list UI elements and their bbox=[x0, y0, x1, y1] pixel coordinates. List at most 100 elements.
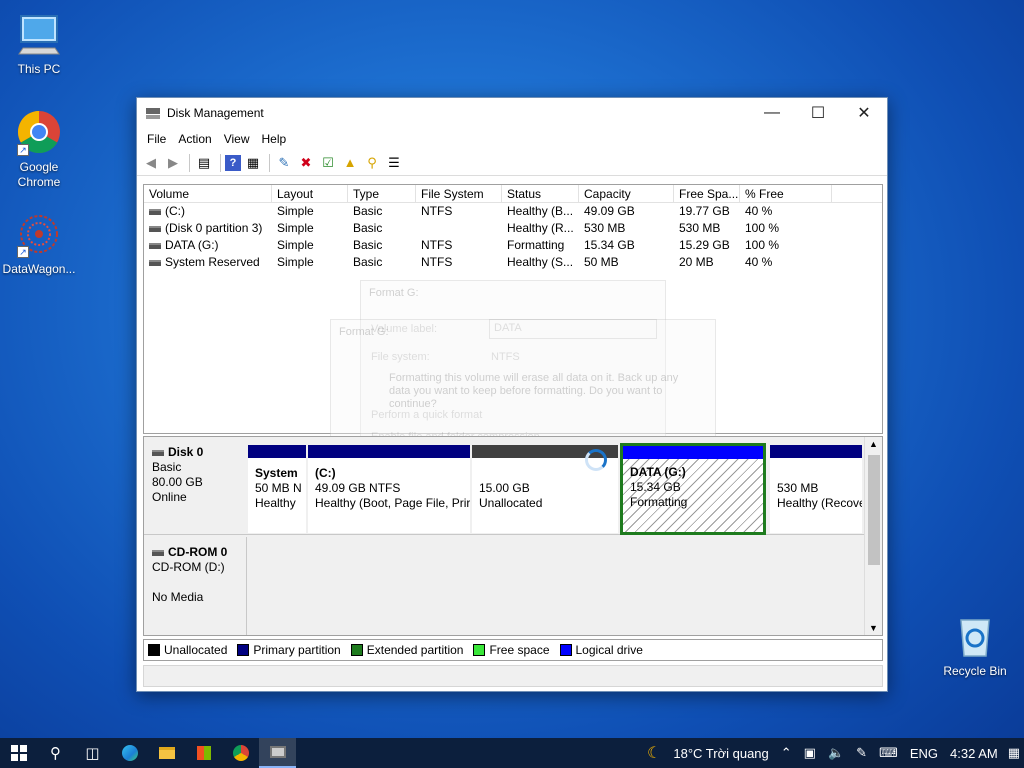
partition-status: Healthy (Boot, Page File, Prir bbox=[315, 496, 470, 510]
scroll-down-icon[interactable]: ▼ bbox=[865, 623, 882, 633]
cell-layout: Simple bbox=[277, 204, 314, 218]
column-type[interactable]: Type bbox=[348, 185, 416, 202]
connect-icon[interactable]: ✎ bbox=[274, 153, 294, 173]
partition-recovery[interactable]: 530 MB Healthy (Recove bbox=[770, 445, 862, 533]
properties-icon[interactable]: ▦ bbox=[243, 153, 263, 173]
cell-free-space: 19.77 GB bbox=[679, 204, 730, 218]
weather-moon-icon[interactable]: ☾ bbox=[647, 743, 661, 763]
cell-type: Basic bbox=[353, 238, 383, 252]
store-icon[interactable] bbox=[185, 738, 222, 768]
search-icon[interactable]: ⚲ bbox=[37, 738, 74, 768]
weather-text[interactable]: 18°C Trời quang bbox=[673, 746, 768, 761]
cdrom-area[interactable] bbox=[246, 537, 866, 635]
partition-bar bbox=[308, 445, 470, 458]
cell-status: Healthy (S... bbox=[507, 255, 574, 269]
window-title: Disk Management bbox=[167, 106, 264, 120]
disk-view-scrollbar[interactable]: ▲ ▼ bbox=[864, 437, 882, 635]
cell-status: Formatting bbox=[507, 238, 565, 252]
cdrom-0-state: No Media bbox=[152, 590, 204, 604]
volume-row[interactable]: System Reserved Simple Basic NTFS Healthy (S… bbox=[144, 254, 882, 271]
legend-extended: Extended partition bbox=[350, 643, 464, 657]
list-icon[interactable]: ☰ bbox=[384, 153, 404, 173]
help-icon[interactable]: ? bbox=[225, 154, 241, 171]
volume-icon[interactable]: 🔈 bbox=[828, 745, 844, 761]
delete-icon[interactable]: ✖ bbox=[296, 153, 316, 173]
datawagon-icon: ↗ bbox=[15, 210, 63, 258]
legend-label: Unallocated bbox=[164, 643, 228, 657]
cdrom-0-info[interactable]: CD-ROM 0 CD-ROM (D:) No Media bbox=[144, 537, 246, 635]
partition-size: 49.09 GB NTFS bbox=[315, 481, 401, 495]
edge-icon[interactable] bbox=[111, 738, 148, 768]
cell-type: Basic bbox=[353, 204, 383, 218]
maximize-button[interactable]: ☐ bbox=[795, 98, 841, 128]
back-icon[interactable]: ◀ bbox=[141, 153, 161, 173]
partition-bar bbox=[248, 445, 306, 458]
desktop-icon-google-chrome[interactable]: ↗ Google Chrome bbox=[1, 108, 77, 190]
legend-label: Primary partition bbox=[253, 643, 341, 657]
menu-view[interactable]: View bbox=[218, 132, 256, 146]
disk-management-taskbar-icon[interactable] bbox=[259, 738, 296, 768]
notification-icon[interactable]: ▦ bbox=[1008, 745, 1020, 761]
title-bar[interactable]: Disk Management — ☐ ✕ bbox=[137, 98, 887, 128]
legend: Unallocated Primary partition Extended p… bbox=[143, 639, 883, 661]
shortcut-arrow-icon: ↗ bbox=[17, 246, 29, 258]
menu-help[interactable]: Help bbox=[256, 132, 293, 146]
volume-icon bbox=[149, 225, 161, 232]
column-volume[interactable]: Volume bbox=[144, 185, 272, 202]
cell-file-system bbox=[416, 220, 502, 237]
minimize-button[interactable]: — bbox=[749, 98, 795, 128]
ghost-title: Format G: bbox=[369, 287, 419, 299]
desktop-icon-recycle-bin[interactable]: Recycle Bin bbox=[937, 612, 1013, 678]
pen-icon[interactable]: ✎ bbox=[856, 745, 867, 761]
partition-system-reserved[interactable]: System 50 MB N Healthy bbox=[248, 445, 306, 533]
cell-volume-container: (Disk 0 partition 3) bbox=[144, 220, 272, 237]
partition-c[interactable]: (C:) 49.09 GB NTFS Healthy (Boot, Page Fil… bbox=[308, 445, 470, 533]
close-button[interactable]: ✕ bbox=[841, 98, 887, 128]
column-layout[interactable]: Layout bbox=[272, 185, 348, 202]
column-file-system[interactable]: File System bbox=[416, 185, 502, 202]
partition-data-g[interactable]: DATA (G:) 15.34 GB Formatting bbox=[620, 443, 766, 535]
menu-file[interactable]: File bbox=[141, 132, 172, 146]
start-button[interactable] bbox=[0, 738, 37, 768]
partition-size: 15.00 GB bbox=[479, 481, 530, 495]
file-explorer-icon[interactable] bbox=[148, 738, 185, 768]
windows-logo-icon bbox=[10, 745, 27, 761]
column-free-space[interactable]: Free Spa... bbox=[674, 185, 740, 202]
column-percent-free[interactable]: % Free bbox=[740, 185, 832, 202]
forward-icon[interactable]: ▶ bbox=[163, 153, 183, 173]
console-tree-icon[interactable]: ▤ bbox=[194, 153, 214, 173]
menu-action[interactable]: Action bbox=[172, 132, 217, 146]
ghost-warning: Formatting this volume will erase all da… bbox=[389, 372, 679, 410]
legend-free: Free space bbox=[473, 643, 550, 657]
scrollbar-thumb[interactable] bbox=[868, 455, 880, 565]
desktop-icon-this-pc[interactable]: This PC bbox=[1, 10, 77, 76]
cdrom-icon bbox=[152, 549, 164, 556]
network-icon[interactable]: ▣ bbox=[804, 745, 816, 761]
search-icon[interactable]: ⚲ bbox=[362, 153, 382, 173]
chrome-taskbar-icon[interactable] bbox=[222, 738, 259, 768]
disk-0-info[interactable]: Disk 0 Basic 80.00 GB Online bbox=[144, 437, 246, 534]
legend-label: Extended partition bbox=[366, 643, 464, 657]
column-capacity[interactable]: Capacity bbox=[579, 185, 674, 202]
volume-row[interactable]: (Disk 0 partition 3) Simple Basic Healthy (… bbox=[144, 220, 882, 237]
keyboard-icon[interactable]: ⌨ bbox=[879, 745, 898, 761]
taskbar: ⚲ ◫ ☾ 18°C Trời quang ⌃ ▣ 🔈 ✎ ⌨ ENG 4:32… bbox=[0, 738, 1024, 768]
language-indicator[interactable]: ENG bbox=[910, 746, 938, 761]
clock[interactable]: 4:32 AM bbox=[950, 746, 998, 761]
task-view-icon[interactable]: ◫ bbox=[74, 738, 111, 768]
disk-0-type: Basic bbox=[152, 460, 182, 474]
desktop-icon-datawagon[interactable]: ↗ DataWagon... bbox=[1, 210, 77, 276]
disk-graphical-view: Disk 0 Basic 80.00 GB Online System 50 MB… bbox=[143, 436, 883, 636]
scroll-up-icon[interactable]: ▲ bbox=[865, 437, 882, 451]
column-status[interactable]: Status bbox=[502, 185, 579, 202]
volume-icon bbox=[149, 242, 161, 249]
volume-row[interactable]: (C:) Simple Basic NTFS Healthy (B... 49.09 GB… bbox=[144, 203, 882, 220]
cell-layout: Simple bbox=[277, 238, 314, 252]
check-icon[interactable]: ☑ bbox=[318, 153, 338, 173]
cdrom-0-row: CD-ROM 0 CD-ROM (D:) No Media bbox=[144, 537, 866, 635]
folder-up-icon[interactable]: ▲ bbox=[340, 153, 360, 173]
volume-row[interactable]: DATA (G:) Simple Basic NTFS Formatting 15.34 … bbox=[144, 237, 882, 254]
cell-status: Healthy (R... bbox=[507, 221, 574, 235]
tray-chevron-icon[interactable]: ⌃ bbox=[781, 745, 792, 761]
status-bar bbox=[143, 665, 883, 687]
